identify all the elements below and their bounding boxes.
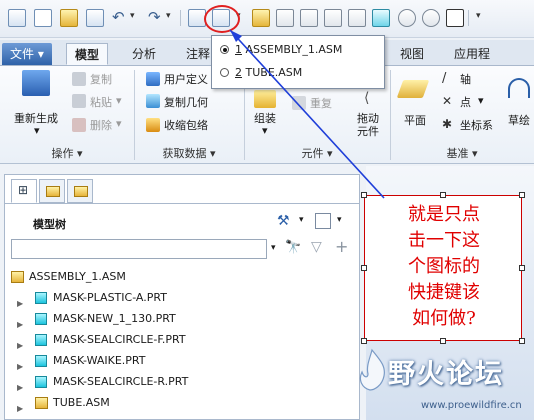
arrow-line bbox=[229, 29, 385, 199]
watermark-flame-icon bbox=[359, 348, 385, 391]
watermark-url: www.proewildfire.cn bbox=[421, 400, 522, 411]
watermark-text: 野火论坛 bbox=[388, 359, 504, 390]
